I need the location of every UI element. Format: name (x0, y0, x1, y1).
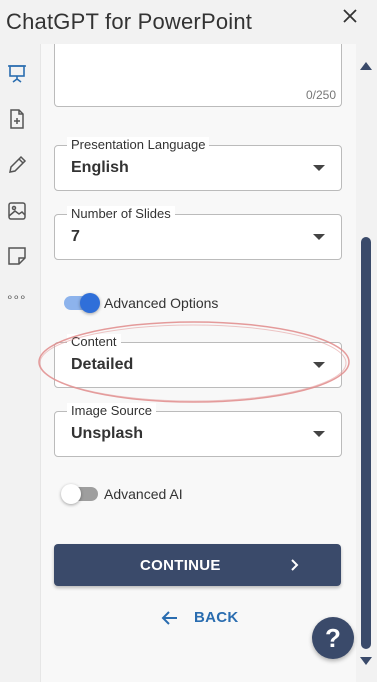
advanced-options-toggle[interactable] (64, 293, 100, 313)
caret-down-icon (313, 431, 325, 437)
caret-down-icon (313, 234, 325, 240)
field-label: Number of Slides (67, 206, 175, 222)
character-counter: 0/250 (305, 88, 336, 102)
continue-button[interactable]: CONTINUE (54, 544, 341, 586)
advanced-options-label: Advanced Options (104, 295, 219, 311)
field-value: Detailed (71, 356, 134, 373)
close-icon[interactable] (339, 5, 361, 27)
back-label: BACK (194, 609, 239, 626)
scroll-thumb[interactable] (361, 237, 371, 649)
field-value: English (71, 159, 129, 176)
field-label: Image Source (67, 403, 156, 419)
number-of-slides-select[interactable]: Number of Slides 7 (54, 206, 342, 260)
description-textarea[interactable]: 0/250 (54, 44, 342, 107)
toggle-knob (80, 293, 100, 313)
scroll-down-arrow[interactable] (360, 657, 372, 665)
advanced-ai-toggle[interactable] (61, 484, 98, 504)
field-value: Unsplash (71, 425, 144, 442)
scroll-up-arrow[interactable] (360, 62, 372, 70)
side-rail: ∘∘∘ (0, 44, 40, 682)
caret-down-icon (313, 362, 325, 368)
header: ChatGPT for PowerPoint (0, 0, 377, 44)
image-icon[interactable] (6, 200, 28, 222)
help-button[interactable]: ? (312, 617, 354, 659)
chevron-right-icon (288, 558, 302, 572)
arrow-left-icon (160, 608, 180, 628)
presentation-icon[interactable] (6, 62, 28, 84)
app-title: ChatGPT for PowerPoint (6, 9, 253, 34)
image-source-select[interactable]: Image Source Unsplash (54, 403, 342, 457)
document-add-icon[interactable] (6, 108, 28, 130)
sticky-note-icon[interactable] (6, 245, 28, 267)
field-label: Content (67, 334, 121, 350)
content-select[interactable]: Content Detailed (54, 334, 342, 388)
toggle-knob (61, 484, 81, 504)
field-label: Presentation Language (67, 137, 210, 153)
field-value: 7 (71, 228, 80, 245)
presentation-language-select[interactable]: Presentation Language English (54, 137, 342, 191)
more-icon[interactable]: ∘∘∘ (6, 290, 28, 312)
caret-down-icon (313, 165, 325, 171)
advanced-ai-label: Advanced AI (104, 486, 183, 502)
scrollbar[interactable] (357, 44, 377, 682)
continue-label: CONTINUE (140, 557, 221, 574)
pencil-icon[interactable] (6, 154, 28, 176)
